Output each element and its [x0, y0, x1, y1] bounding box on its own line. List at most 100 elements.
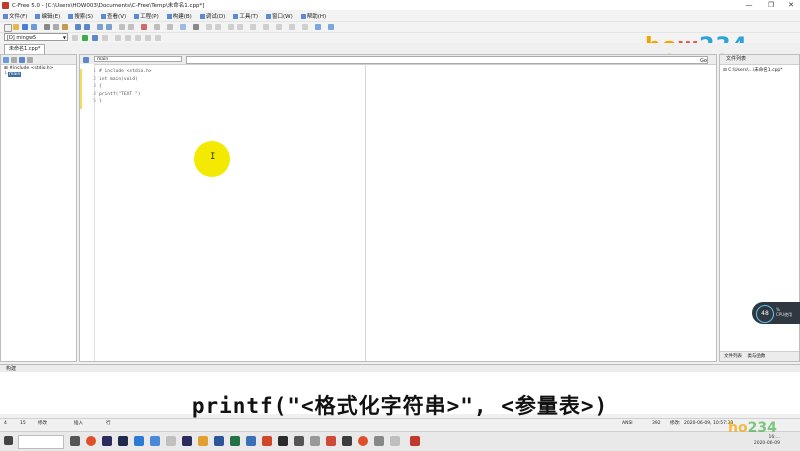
menu-build[interactable]: 构建(B): [166, 12, 192, 20]
options-icon[interactable]: [315, 24, 321, 30]
app-icon-9[interactable]: [358, 436, 368, 446]
cfree-taskbar-icon[interactable]: [410, 436, 420, 446]
app-icon-5[interactable]: [294, 436, 304, 446]
small-logo-part-2: 234: [747, 420, 777, 436]
build-icon[interactable]: [92, 35, 98, 41]
sort-icon[interactable]: [19, 57, 25, 63]
menu-file[interactable]: 文件(F): [3, 12, 27, 20]
excel-icon[interactable]: [230, 436, 240, 446]
open-folder-icon[interactable]: [13, 24, 19, 30]
windows-start-icon[interactable]: [4, 436, 13, 445]
bookmark-icon[interactable]: [141, 24, 147, 30]
close-button[interactable]: ✕: [782, 0, 800, 10]
indent-icon[interactable]: [119, 24, 125, 30]
undo-icon[interactable]: [75, 24, 81, 30]
prev-bookmark-icon[interactable]: [228, 24, 234, 30]
help-icon[interactable]: [328, 24, 334, 30]
chrome-icon[interactable]: [134, 436, 144, 446]
match-brace-icon[interactable]: [263, 24, 269, 30]
app-icon-11[interactable]: [390, 436, 400, 446]
new-file-icon[interactable]: [4, 24, 12, 32]
step-out-icon[interactable]: [145, 35, 151, 41]
nav-forward-icon[interactable]: [215, 24, 221, 30]
task-view-icon[interactable]: [70, 436, 80, 446]
toggle-case-icon[interactable]: [276, 24, 282, 30]
step-icon[interactable]: [125, 35, 131, 41]
menu-bar: 文件(F) 编辑(E) 搜索(S) 查看(V) 工程(P) 构建(B) 调试(D…: [0, 10, 800, 21]
class-browser-panel: ⊞ #include <stdio.h> └ main: [0, 54, 77, 362]
menu-edit[interactable]: 编辑(E): [35, 12, 60, 20]
menu-search[interactable]: 搜索(S): [68, 12, 93, 20]
tree-item-main[interactable]: └ main: [4, 72, 73, 78]
menu-help[interactable]: 帮助(H): [300, 12, 326, 20]
run-icon[interactable]: [82, 35, 88, 41]
powerpoint-icon[interactable]: [262, 436, 272, 446]
compile-icon[interactable]: [72, 35, 78, 41]
stop-icon[interactable]: [155, 35, 161, 41]
word-icon[interactable]: [214, 436, 224, 446]
app-icon-4[interactable]: [278, 436, 288, 446]
file-tab[interactable]: 未命名1.cpp*: [4, 44, 46, 54]
premiere-icon[interactable]: [102, 436, 112, 446]
app-icon-10[interactable]: [374, 436, 384, 446]
taskbar-search-box[interactable]: [18, 435, 64, 449]
replace-icon[interactable]: [106, 24, 112, 30]
format-icon[interactable]: [180, 24, 186, 30]
app-icon-6[interactable]: [310, 436, 320, 446]
app-icon-8[interactable]: [342, 436, 352, 446]
subtitle-caption: printf("<格式化字符串>", <参量表>): [191, 394, 609, 418]
system-tray-clock[interactable]: 16:... 2020-06-09: [754, 435, 780, 447]
uncomment-icon[interactable]: [167, 24, 173, 30]
comment-icon[interactable]: [154, 24, 160, 30]
goto-line-icon[interactable]: [250, 24, 256, 30]
show-whitespace-icon[interactable]: [302, 24, 308, 30]
app-icon-3[interactable]: [246, 436, 256, 446]
class-view-icon[interactable]: [3, 57, 9, 63]
find-icon[interactable]: [97, 24, 103, 30]
app-icon-1[interactable]: [166, 436, 176, 446]
folder-icon[interactable]: [198, 436, 208, 446]
function-selector[interactable]: main: [94, 56, 182, 62]
paste-icon[interactable]: [62, 24, 68, 30]
rebuild-icon[interactable]: [102, 35, 108, 41]
app-icon-2[interactable]: [182, 436, 192, 446]
word-wrap-icon[interactable]: [289, 24, 295, 30]
view-menu-icon: [101, 13, 107, 19]
save-icon[interactable]: [22, 24, 28, 30]
status-col: 15: [20, 421, 26, 426]
code-line: 3{: [93, 84, 102, 89]
save-all-icon[interactable]: [31, 24, 37, 30]
explorer-icon[interactable]: [150, 436, 160, 446]
menu-tools[interactable]: 工具(T): [233, 12, 258, 20]
tab-class-list[interactable]: 类与函数: [747, 354, 765, 359]
photoshop-icon[interactable]: [118, 436, 128, 446]
menu-project[interactable]: 工程(P): [134, 12, 159, 20]
redo-icon[interactable]: [84, 24, 90, 30]
tab-file-list[interactable]: 文件列表: [724, 354, 742, 359]
file-menu-icon: [3, 13, 8, 19]
cut-icon[interactable]: [44, 24, 50, 30]
function-scope-selector[interactable]: [186, 56, 708, 64]
next-bookmark-icon[interactable]: [237, 24, 243, 30]
minimize-button[interactable]: —: [740, 0, 758, 10]
menu-window[interactable]: 窗口(W): [265, 12, 293, 20]
font-icon[interactable]: [193, 24, 199, 30]
cursor-highlight: I: [194, 141, 230, 177]
go-button[interactable]: Go: [700, 58, 707, 64]
nav-back-icon[interactable]: [206, 24, 212, 30]
compiler-select[interactable]: [D] mingw5 ▼: [4, 33, 68, 41]
filter-icon[interactable]: [27, 57, 33, 63]
browser-icon[interactable]: [86, 436, 96, 446]
menu-view[interactable]: 查看(V): [101, 12, 126, 20]
copy-icon[interactable]: [53, 24, 59, 30]
app-icon-7[interactable]: [326, 436, 336, 446]
refresh-icon[interactable]: [11, 57, 17, 63]
edit-menu-icon: [35, 13, 41, 19]
outdent-icon[interactable]: [128, 24, 134, 30]
maximize-button[interactable]: ❐: [762, 0, 780, 10]
debug-icon[interactable]: [115, 35, 121, 41]
code-area[interactable]: 1 # include <stdio.h> 2 int main(void) 3{ …: [90, 68, 151, 106]
file-list-item[interactable]: ⊟ C:\Users\...\未命名1.cpp*: [720, 65, 799, 75]
step-into-icon[interactable]: [135, 35, 141, 41]
menu-debug[interactable]: 调试(D): [199, 12, 225, 20]
